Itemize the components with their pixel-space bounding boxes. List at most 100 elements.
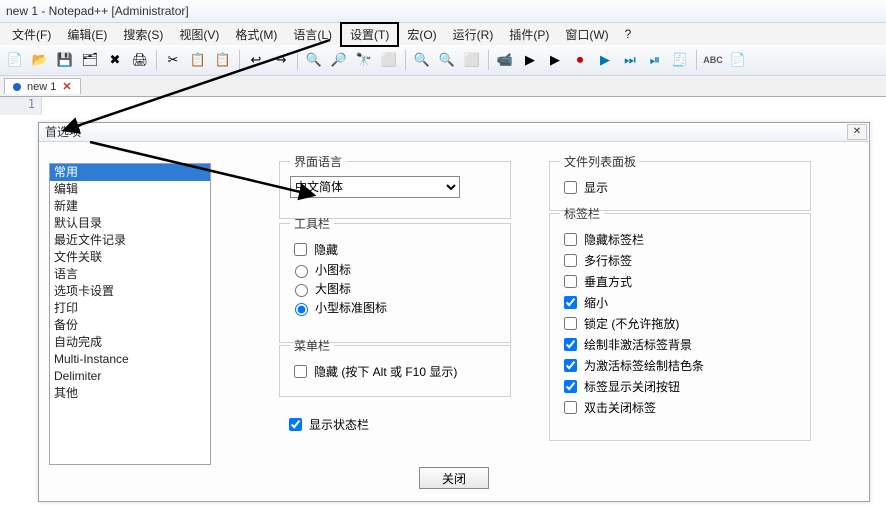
- tb-find-icon[interactable]: 🔍: [303, 49, 325, 71]
- group-filelist-legend: 文件列表面板: [560, 153, 640, 170]
- dialog-close-icon[interactable]: ✕: [847, 124, 867, 140]
- tabbar-lock-checkbox[interactable]: [564, 317, 577, 330]
- group-tabbar: 标签栏 隐藏标签栏 多行标签 垂直方式 缩小 锁定 (不允许拖放) 绘制非激活标…: [549, 205, 811, 441]
- group-toolbar: 工具栏 隐藏 小图标 大图标 小型标准图标: [279, 215, 511, 343]
- list-item-language[interactable]: 语言: [50, 266, 210, 283]
- tb-redo-icon[interactable]: ↪: [270, 49, 292, 71]
- toolbar-large-radio[interactable]: [295, 284, 308, 297]
- tb-save-icon[interactable]: 💾: [54, 49, 76, 71]
- tabbar-vertical-checkbox[interactable]: [564, 275, 577, 288]
- menu-bar: 文件(F) 编辑(E) 搜索(S) 视图(V) 格式(M) 语言(L) 设置(T…: [0, 23, 886, 45]
- tb-playpause-icon[interactable]: ⏯: [644, 49, 666, 71]
- tb-mark-icon[interactable]: ⬜: [378, 49, 400, 71]
- tb-spellcheck-icon[interactable]: ABC: [702, 49, 724, 71]
- menu-edit[interactable]: 编辑(E): [59, 24, 115, 45]
- toolbar-small-label: 小图标: [315, 261, 351, 278]
- list-item-backup[interactable]: 备份: [50, 317, 210, 334]
- tabbar-multi-checkbox[interactable]: [564, 254, 577, 267]
- tb-zoomin-icon[interactable]: 🔍: [411, 49, 433, 71]
- tab-close-icon[interactable]: ✕: [62, 80, 71, 93]
- menu-macro[interactable]: 宏(O): [399, 24, 444, 45]
- list-item-other[interactable]: 其他: [50, 385, 210, 402]
- list-item-tab-settings[interactable]: 选项卡设置: [50, 283, 210, 300]
- tb-rec-dot-icon[interactable]: ⏺: [569, 49, 591, 71]
- menu-run[interactable]: 运行(R): [445, 24, 502, 45]
- tb-undo-icon[interactable]: ↩: [245, 49, 267, 71]
- show-statusbar-checkbox[interactable]: [289, 418, 302, 431]
- tb-findinfiles-icon[interactable]: 🔭: [353, 49, 375, 71]
- group-ui-language-legend: 界面语言: [290, 153, 346, 170]
- list-item-default-dir[interactable]: 默认目录: [50, 215, 210, 232]
- tb-close-icon[interactable]: ✖: [104, 49, 126, 71]
- menu-file[interactable]: 文件(F): [4, 24, 59, 45]
- tb-new-icon[interactable]: 📄: [4, 49, 26, 71]
- tb-open-icon[interactable]: 📂: [29, 49, 51, 71]
- toolbar-hide-label: 隐藏: [314, 241, 338, 258]
- toolbar-small-radio[interactable]: [295, 265, 308, 278]
- group-ui-language: 界面语言 中文简体: [279, 153, 511, 219]
- list-item-editing[interactable]: 编辑: [50, 181, 210, 198]
- editor-area[interactable]: 1: [0, 97, 886, 115]
- toolbar-hide-checkbox[interactable]: [294, 243, 307, 256]
- group-toolbar-legend: 工具栏: [290, 215, 334, 232]
- list-item-delimiter[interactable]: Delimiter: [50, 368, 210, 385]
- menu-format[interactable]: 格式(M): [227, 24, 285, 45]
- preferences-category-list[interactable]: 常用 编辑 新建 默认目录 最近文件记录 文件关联 语言 选项卡设置 打印 备份…: [49, 163, 211, 465]
- tb-saveall-icon[interactable]: 🗂: [79, 49, 101, 71]
- tb-print-icon[interactable]: 🖨: [129, 49, 151, 71]
- group-menubar: 菜单栏 隐藏 (按下 Alt 或 F10 显示): [279, 337, 511, 397]
- list-item-multiinstance[interactable]: Multi-Instance: [50, 351, 210, 368]
- filelist-show-label: 显示: [584, 179, 608, 196]
- dialog-close-button[interactable]: 关闭: [419, 467, 489, 489]
- menu-settings[interactable]: 设置(T): [340, 22, 399, 47]
- menubar-hide-label: 隐藏 (按下 Alt 或 F10 显示): [314, 363, 457, 380]
- tab-label: new 1: [27, 81, 56, 93]
- tabbar-draw-inactive-checkbox[interactable]: [564, 338, 577, 351]
- menu-search[interactable]: 搜索(S): [115, 24, 171, 45]
- window-title: new 1 - Notepad++ [Administrator]: [0, 0, 886, 23]
- toolbar-stdsmall-label: 小型标准图标: [315, 299, 387, 316]
- list-item-new[interactable]: 新建: [50, 198, 210, 215]
- tab-dot-icon: [13, 83, 21, 91]
- tb-doclist-icon[interactable]: 📄: [727, 49, 749, 71]
- tb-zoomout-icon[interactable]: 🔍: [436, 49, 458, 71]
- tabbar-dbl-close-checkbox[interactable]: [564, 401, 577, 414]
- menu-plugins[interactable]: 插件(P): [501, 24, 557, 45]
- tabbar-draw-orange-checkbox[interactable]: [564, 359, 577, 372]
- menu-help[interactable]: ?: [617, 25, 640, 43]
- list-item-file-assoc[interactable]: 文件关联: [50, 249, 210, 266]
- tabbar-show-close-checkbox[interactable]: [564, 380, 577, 393]
- tb-doc-icon[interactable]: 🧾: [669, 49, 691, 71]
- main-toolbar: 📄 📂 💾 🗂 ✖ 🖨 ✂ 📋 📋 ↩ ↪ 🔍 🔎 🔭 ⬜ 🔍 🔍 ⬜ 📹 ▶ …: [0, 45, 886, 76]
- group-menubar-legend: 菜单栏: [290, 337, 334, 354]
- tb-paste-icon[interactable]: 📋: [212, 49, 234, 71]
- menu-window[interactable]: 窗口(W): [557, 24, 616, 45]
- list-item-print[interactable]: 打印: [50, 300, 210, 317]
- list-item-autocomplete[interactable]: 自动完成: [50, 334, 210, 351]
- toolbar-stdsmall-radio[interactable]: [295, 303, 308, 316]
- dialog-title: 首选项 ✕: [39, 123, 869, 142]
- tb-play2-icon[interactable]: ▶: [544, 49, 566, 71]
- line-number-gutter: 1: [0, 97, 42, 115]
- tabbar-reduce-checkbox[interactable]: [564, 296, 577, 309]
- filelist-show-checkbox[interactable]: [564, 181, 577, 194]
- tb-syncv-icon[interactable]: ⬜: [461, 49, 483, 71]
- list-item-general[interactable]: 常用: [50, 164, 210, 181]
- group-tabbar-legend: 标签栏: [560, 205, 604, 222]
- menubar-hide-checkbox[interactable]: [294, 365, 307, 378]
- tab-strip: new 1 ✕: [0, 76, 886, 97]
- tb-next-icon[interactable]: ⏭: [619, 49, 641, 71]
- tb-copy-icon[interactable]: 📋: [187, 49, 209, 71]
- tb-replace-icon[interactable]: 🔎: [328, 49, 350, 71]
- tb-play-icon[interactable]: ▶: [519, 49, 541, 71]
- tb-playmacro-icon[interactable]: ▶: [594, 49, 616, 71]
- tb-cut-icon[interactable]: ✂: [162, 49, 184, 71]
- menu-language[interactable]: 语言(L): [285, 24, 340, 45]
- tb-record-icon[interactable]: 📹: [494, 49, 516, 71]
- show-statusbar-label: 显示状态栏: [309, 416, 369, 433]
- tabbar-hide-checkbox[interactable]: [564, 233, 577, 246]
- menu-view[interactable]: 视图(V): [171, 24, 227, 45]
- tab-new-1[interactable]: new 1 ✕: [4, 78, 81, 94]
- ui-language-select[interactable]: 中文简体: [290, 176, 460, 198]
- list-item-recent-files[interactable]: 最近文件记录: [50, 232, 210, 249]
